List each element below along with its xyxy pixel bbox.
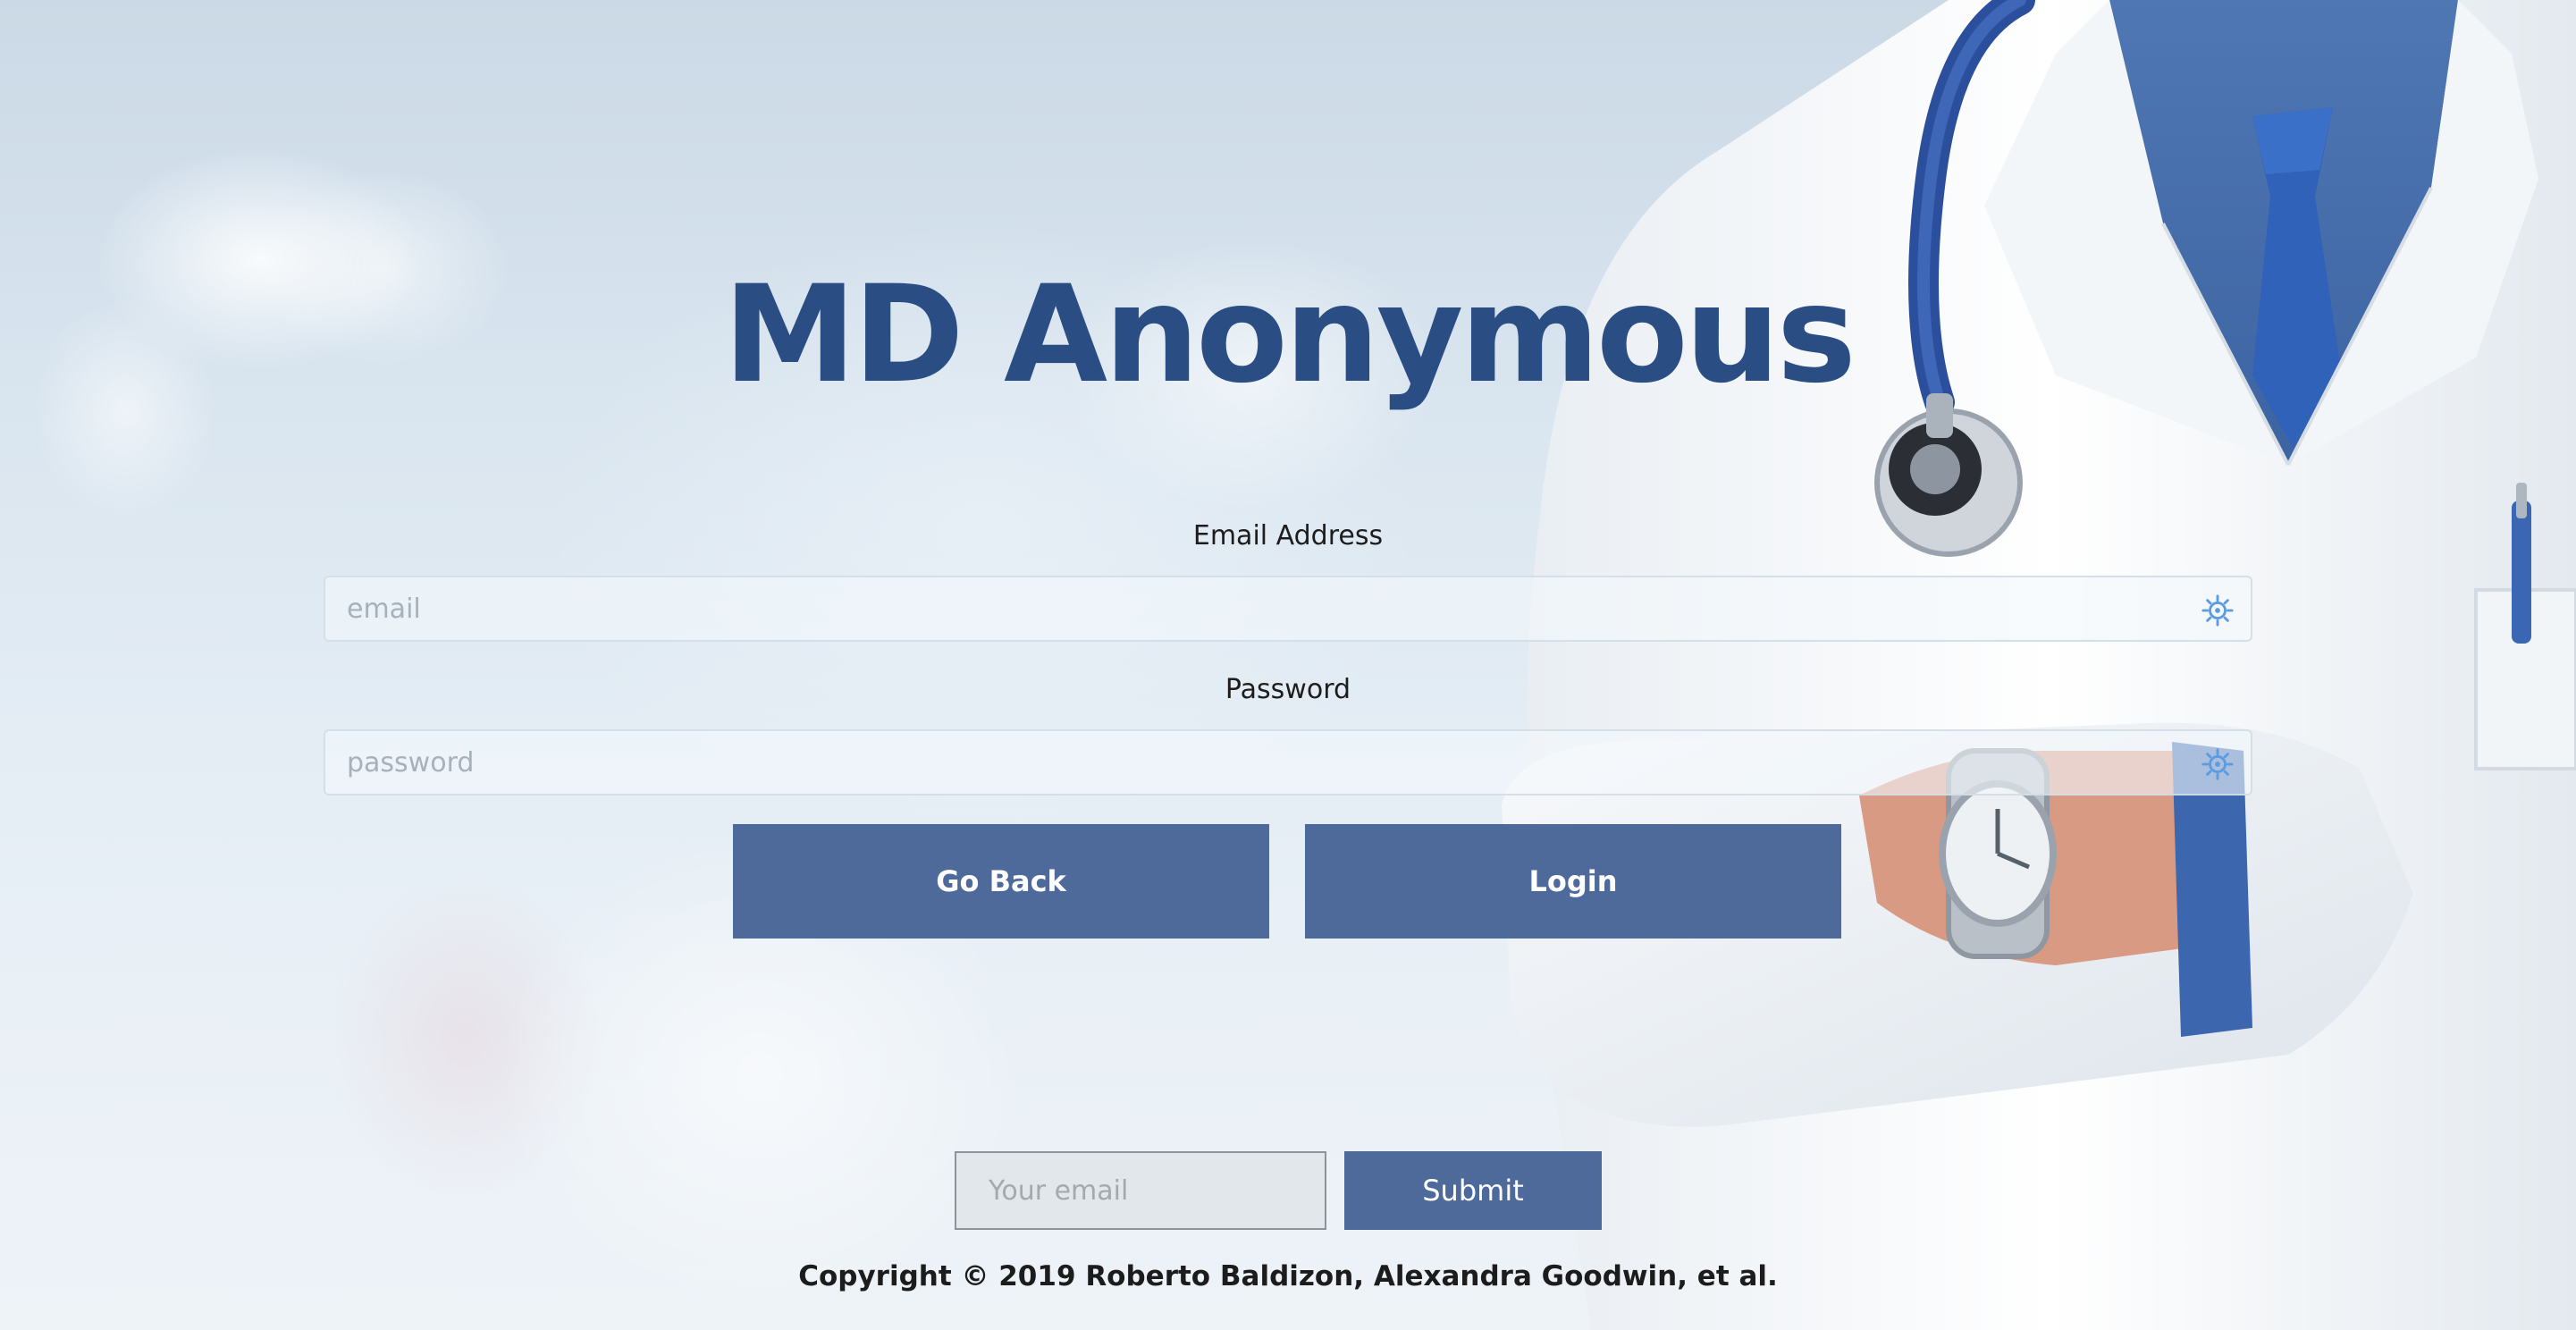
password-label: Password xyxy=(1225,674,1351,705)
password-field-wrapper xyxy=(324,729,2252,795)
copyright-text: Copyright © 2019 Roberto Baldizon, Alexa… xyxy=(798,1260,1778,1292)
submit-button[interactable]: Submit xyxy=(1344,1151,1602,1230)
email-field[interactable] xyxy=(325,577,2251,640)
email-label: Email Address xyxy=(1192,520,1384,551)
page-title: MD Anonymous xyxy=(723,257,1856,413)
password-field[interactable] xyxy=(325,731,2251,794)
newsletter-email-input[interactable] xyxy=(955,1151,1326,1230)
email-field-wrapper xyxy=(324,576,2252,642)
password-manager-key-icon[interactable] xyxy=(2201,747,2235,781)
login-button[interactable]: Login xyxy=(1305,824,1841,939)
login-page: MD Anonymous Email Address Password xyxy=(0,0,2576,1330)
password-manager-key-icon[interactable] xyxy=(2201,593,2235,627)
go-back-button[interactable]: Go Back xyxy=(733,824,1269,939)
